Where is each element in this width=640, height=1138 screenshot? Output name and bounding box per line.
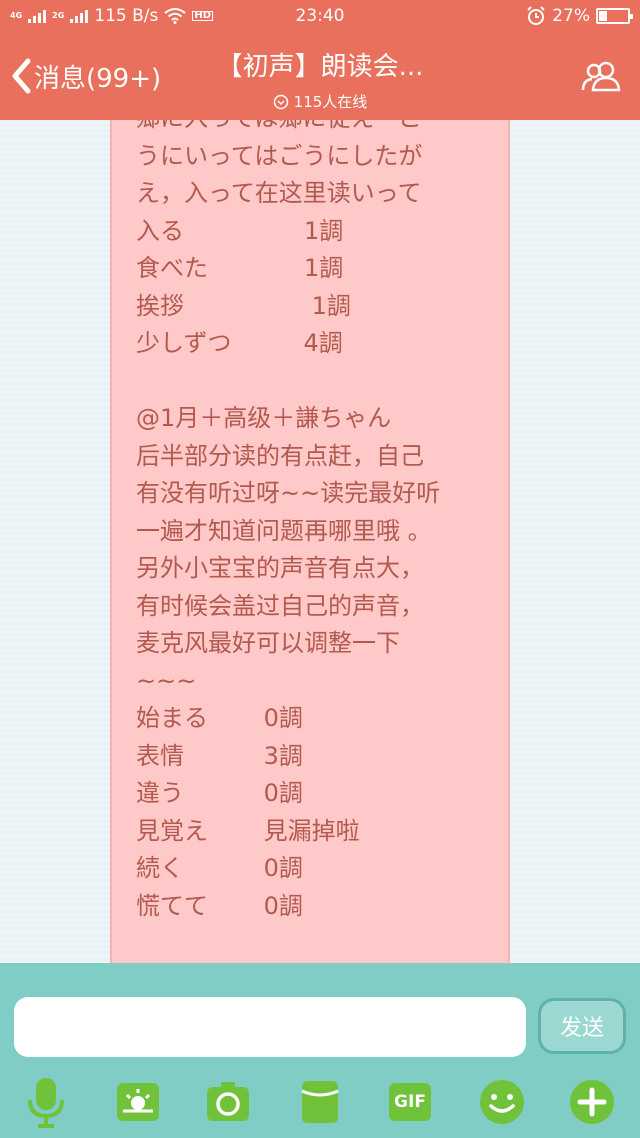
message-line: 慌てて 0調	[136, 891, 303, 920]
message-line: 見覚え 見漏掉啦	[136, 816, 360, 845]
input-toolbar: GIF	[0, 1076, 640, 1128]
message-line: 入る 1調	[136, 216, 344, 245]
composer-bar: 发送 GIF	[0, 963, 640, 1138]
battery-percent: 27%	[552, 6, 590, 26]
battery-icon	[596, 8, 633, 24]
message-line: 始まる 0調	[136, 704, 303, 732]
message-line: え，入って在这里读いって	[136, 179, 422, 207]
document-icon	[301, 1081, 339, 1123]
status-bar: 4G 2G 115 B/s HD 23:40 27%	[0, 0, 640, 32]
voice-button[interactable]	[20, 1076, 72, 1128]
message-line: うにいってはごうにしたが	[136, 141, 423, 170]
title-area[interactable]: 【初声】朗读会... 115人在线	[190, 46, 450, 112]
network-2g-label: 2G	[52, 11, 65, 20]
message-line: 少しずつ 4調	[136, 329, 343, 357]
send-button[interactable]: 发送	[538, 998, 626, 1054]
message-line: 違う 0調	[136, 779, 303, 807]
group-members-button[interactable]	[580, 60, 624, 96]
hd-label: HD	[192, 10, 214, 21]
camera-icon	[207, 1082, 249, 1121]
message-line: ~~~	[136, 666, 197, 695]
online-count: 115人在线	[190, 91, 450, 112]
plus-icon	[570, 1080, 614, 1124]
signal-icon	[28, 9, 47, 23]
wifi-icon	[164, 8, 187, 24]
message-line: 有没有听过呀~~读完最好听	[136, 479, 441, 507]
emoji-button[interactable]	[476, 1076, 528, 1128]
message-line: 続く 0調	[136, 854, 303, 882]
gif-label: GIF	[394, 1092, 426, 1112]
more-button[interactable]	[566, 1076, 618, 1128]
message-line: @1月＋高级＋謙ちゃん	[136, 404, 392, 432]
message-line: 挨拶 1調	[136, 291, 351, 320]
status-right: 27%	[526, 6, 633, 26]
back-button[interactable]: 消息(99+)	[10, 56, 161, 96]
camera-button[interactable]	[202, 1076, 254, 1128]
message-line: 表情 3調	[136, 741, 303, 770]
online-count-label: 115人在线	[293, 93, 368, 111]
group-members-icon	[581, 61, 621, 92]
network-4g-label: 4G	[10, 11, 23, 20]
message-line: 后半部分读的有点赶，自己	[136, 441, 424, 470]
picture-button[interactable]	[112, 1076, 164, 1128]
group-title: 【初声】朗读会...	[216, 52, 424, 82]
message-line: 一遍才知道问题再哪里哦 。	[136, 516, 432, 545]
image-icon	[117, 1083, 159, 1121]
message-line	[136, 363, 488, 401]
message-bubble[interactable]: 郷に入っては郷に従え ごうにいってはごうにしたがえ，入って在这里读いって入る 1…	[110, 120, 510, 963]
smiley-icon	[480, 1080, 524, 1124]
message-text: 郷に入っては郷に従え ごうにいってはごうにしたがえ，入って在这里读いって入る 1…	[136, 120, 488, 925]
gif-button[interactable]: GIF	[384, 1076, 436, 1128]
chevron-left-icon	[12, 58, 31, 94]
message-line: 郷に入っては郷に従え ご	[136, 120, 488, 138]
message-line: 有时候会盖过自己的声音，	[136, 591, 424, 620]
microphone-icon	[28, 1078, 64, 1128]
status-left: 4G 2G 115 B/s HD	[10, 6, 214, 26]
alarm-icon	[527, 6, 545, 25]
chevron-down-circle-icon	[273, 94, 288, 109]
message-line: 另外小宝宝的声音有点大，	[136, 554, 424, 582]
message-line: 食べた 1調	[136, 254, 344, 282]
signal-icon-2	[70, 9, 89, 23]
network-speed: 115 B/s	[94, 6, 159, 26]
message-line: 麦克风最好可以调整一下	[136, 629, 400, 657]
message-input[interactable]	[14, 997, 526, 1057]
back-label: 消息(99+)	[34, 63, 162, 94]
chat-header: 消息(99+) 【初声】朗读会... 115人在线	[0, 32, 640, 120]
chat-area[interactable]: 郷に入っては郷に従え ごうにいってはごうにしたがえ，入って在这里读いって入る 1…	[0, 120, 640, 963]
file-button[interactable]	[294, 1076, 346, 1128]
